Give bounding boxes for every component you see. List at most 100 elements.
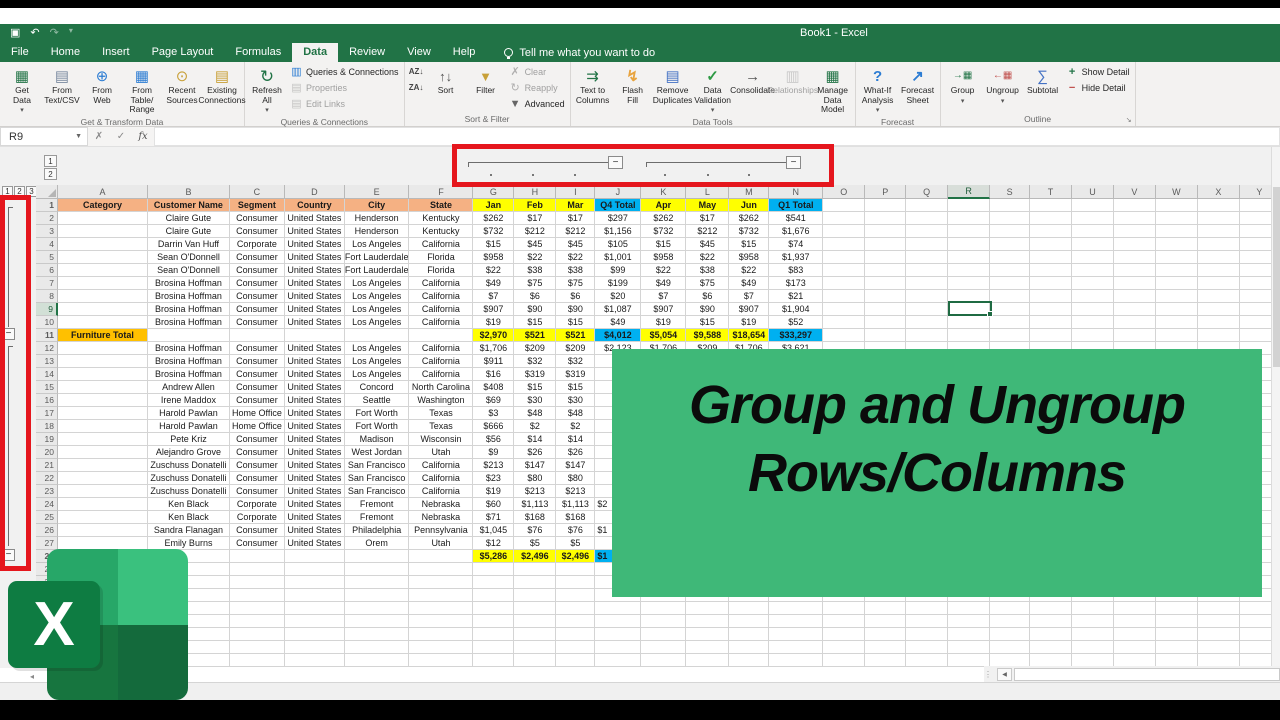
cell-T33[interactable] [1030, 615, 1072, 628]
row-header-17[interactable]: 17 [36, 407, 58, 420]
cell-N32[interactable] [769, 602, 823, 615]
cell-K34[interactable] [641, 628, 686, 641]
tab-formulas[interactable]: Formulas [224, 43, 292, 62]
cell-Q8[interactable] [906, 290, 948, 303]
cell-H28[interactable]: $2,496 [514, 550, 556, 563]
cell-V2[interactable] [1114, 212, 1156, 225]
cell-T4[interactable] [1030, 238, 1072, 251]
cell-D3[interactable]: United States [285, 225, 345, 238]
cell-T9[interactable] [1030, 303, 1072, 316]
cell-F5[interactable]: Florida [409, 251, 473, 264]
column-header-n[interactable]: N [769, 185, 823, 199]
cell-K2[interactable]: $262 [641, 212, 686, 225]
cell-I16[interactable]: $30 [556, 394, 595, 407]
column-header-k[interactable]: K [641, 185, 686, 199]
cell-I20[interactable]: $26 [556, 446, 595, 459]
cell-D20[interactable]: United States [285, 446, 345, 459]
cell-C17[interactable]: Home Office [230, 407, 285, 420]
cell-H19[interactable]: $14 [514, 433, 556, 446]
cell-K35[interactable] [641, 641, 686, 654]
cell-J6[interactable]: $99 [595, 264, 641, 277]
cell-O6[interactable] [823, 264, 865, 277]
cell-L7[interactable]: $75 [686, 277, 729, 290]
cell-Q2[interactable] [906, 212, 948, 225]
column-header-s[interactable]: S [990, 185, 1030, 199]
cell-U10[interactable] [1072, 316, 1114, 329]
cell-X6[interactable] [1198, 264, 1240, 277]
cell-D19[interactable]: United States [285, 433, 345, 446]
dialog-launcher-icon[interactable]: ↘ [1126, 115, 1132, 127]
cell-I25[interactable]: $168 [556, 511, 595, 524]
cell-D13[interactable]: United States [285, 355, 345, 368]
cell-C5[interactable]: Consumer [230, 251, 285, 264]
scrollbar-split-handle[interactable]: ⋮ [984, 670, 993, 679]
cell-L4[interactable]: $45 [686, 238, 729, 251]
cell-V35[interactable] [1114, 641, 1156, 654]
cell-I29[interactable] [556, 563, 595, 576]
cell-A4[interactable] [58, 238, 148, 251]
advanced-button[interactable]: Advanced [506, 96, 568, 112]
cell-A2[interactable] [58, 212, 148, 225]
cell-I11[interactable]: $521 [556, 329, 595, 342]
cell-P4[interactable] [865, 238, 906, 251]
row-header-7[interactable]: 7 [36, 277, 58, 290]
cell-A24[interactable] [58, 498, 148, 511]
cell-G27[interactable]: $12 [473, 537, 514, 550]
redo-icon[interactable]: ↷ [50, 26, 59, 39]
cell-X9[interactable] [1198, 303, 1240, 316]
reapply-button[interactable]: Reapply [506, 80, 568, 96]
cell-U1[interactable] [1072, 199, 1114, 212]
cell-C3[interactable]: Consumer [230, 225, 285, 238]
cell-V33[interactable] [1114, 615, 1156, 628]
tab-file[interactable]: File [0, 43, 40, 62]
cell-M11[interactable]: $18,654 [729, 329, 769, 342]
cell-B22[interactable]: Zuschuss Donatelli [148, 472, 230, 485]
cell-X33[interactable] [1198, 615, 1240, 628]
cell-F34[interactable] [409, 628, 473, 641]
cell-J2[interactable]: $297 [595, 212, 641, 225]
tab-page-layout[interactable]: Page Layout [141, 43, 225, 62]
cell-S11[interactable] [990, 329, 1030, 342]
cell-B16[interactable]: Irene Maddox [148, 394, 230, 407]
cell-D21[interactable]: United States [285, 459, 345, 472]
cell-F16[interactable]: Washington [409, 394, 473, 407]
cell-E11[interactable] [345, 329, 410, 342]
row-header-20[interactable]: 20 [36, 446, 58, 459]
row-header-1[interactable]: 1 [36, 199, 58, 212]
cell-S6[interactable] [990, 264, 1030, 277]
clear-button[interactable]: Clear [506, 64, 568, 80]
cell-G8[interactable]: $7 [473, 290, 514, 303]
cell-G2[interactable]: $262 [473, 212, 514, 225]
cell-D36[interactable] [285, 654, 345, 667]
cell-V10[interactable] [1114, 316, 1156, 329]
cell-J5[interactable]: $1,001 [595, 251, 641, 264]
cell-B15[interactable]: Andrew Allen [148, 381, 230, 394]
cell-L6[interactable]: $38 [686, 264, 729, 277]
cell-V9[interactable] [1114, 303, 1156, 316]
cell-H21[interactable]: $147 [514, 459, 556, 472]
cell-A14[interactable] [58, 368, 148, 381]
cell-D6[interactable]: United States [285, 264, 345, 277]
cell-M32[interactable] [729, 602, 769, 615]
cell-H5[interactable]: $22 [514, 251, 556, 264]
cell-G30[interactable] [473, 576, 514, 589]
cell-A23[interactable] [58, 485, 148, 498]
row-header-8[interactable]: 8 [36, 290, 58, 303]
cell-H33[interactable] [514, 615, 556, 628]
cell-B25[interactable]: Ken Black [148, 511, 230, 524]
cell-M5[interactable]: $958 [729, 251, 769, 264]
cell-E6[interactable]: Fort Lauderdale [345, 264, 410, 277]
cell-D11[interactable] [285, 329, 345, 342]
cell-B14[interactable]: Brosina Hoffman [148, 368, 230, 381]
cell-V8[interactable] [1114, 290, 1156, 303]
cell-L33[interactable] [686, 615, 729, 628]
cell-C13[interactable]: Consumer [230, 355, 285, 368]
cell-G28[interactable]: $5,286 [473, 550, 514, 563]
cell-T6[interactable] [1030, 264, 1072, 277]
cell-D14[interactable]: United States [285, 368, 345, 381]
cell-I7[interactable]: $75 [556, 277, 595, 290]
cell-E13[interactable]: Los Angeles [345, 355, 410, 368]
cell-G18[interactable]: $666 [473, 420, 514, 433]
cell-N5[interactable]: $1,937 [769, 251, 823, 264]
cell-D26[interactable]: United States [285, 524, 345, 537]
